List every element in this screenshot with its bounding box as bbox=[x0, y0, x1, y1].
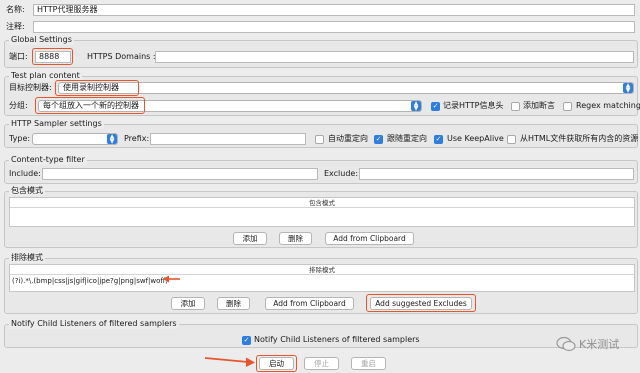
follow-redirect-checkbox[interactable]: ✓ bbox=[374, 135, 383, 144]
restart-button[interactable]: 重启 bbox=[351, 357, 386, 370]
include-add-button[interactable]: 添加 bbox=[233, 232, 267, 245]
include-patterns-table[interactable]: 包含模式 bbox=[9, 197, 635, 227]
stop-button[interactable]: 停止 bbox=[304, 357, 339, 370]
select-arrow-icon: ▲ ▼ bbox=[411, 101, 421, 111]
arrow-left-icon bbox=[163, 275, 180, 283]
exclude-clipboard-button[interactable]: Add from Clipboard bbox=[265, 297, 354, 310]
notify-checkbox-label: Notify Child Listeners of filtered sampl… bbox=[254, 335, 420, 344]
add-assertions-checkbox[interactable] bbox=[511, 102, 520, 111]
port-highlight bbox=[32, 48, 73, 65]
target-controller-highlight bbox=[55, 80, 139, 96]
notify-checkbox[interactable]: ✓ bbox=[242, 336, 251, 345]
content-filter-title: Content-type filter bbox=[9, 155, 87, 165]
regex-matching-label: Regex matching bbox=[576, 101, 640, 110]
follow-redirect-label: 跟随重定向 bbox=[387, 134, 427, 143]
include-input[interactable] bbox=[42, 168, 318, 180]
retrieve-resources-label: 从HTML文件获取所有内含的资源 bbox=[520, 134, 639, 143]
exclude-patterns-title: 排除模式 bbox=[9, 253, 45, 263]
exclude-add-button[interactable]: 添加 bbox=[171, 297, 205, 310]
keepalive-label: Use KeepAlive bbox=[447, 134, 504, 143]
include-clipboard-button[interactable]: Add from Clipboard bbox=[325, 232, 414, 245]
target-controller-select[interactable]: 使用录制控制器 ▲ ▼ bbox=[58, 82, 634, 94]
record-headers-checkbox[interactable]: ✓ bbox=[431, 102, 440, 111]
wechat-icon bbox=[556, 336, 576, 352]
comment-label: 注释: bbox=[6, 22, 25, 31]
keepalive-checkbox[interactable]: ✓ bbox=[434, 135, 443, 144]
regex-matching-checkbox[interactable] bbox=[563, 102, 572, 111]
exclude-label: Exclude: bbox=[324, 169, 359, 178]
include-patterns-column-header: 包含模式 bbox=[10, 198, 634, 208]
select-arrow-icon: ▲ ▼ bbox=[623, 83, 633, 93]
include-patterns-title: 包含模式 bbox=[9, 186, 45, 196]
include-label: Include: bbox=[9, 169, 41, 178]
name-label: 名称: bbox=[6, 5, 25, 14]
retrieve-resources-checkbox[interactable] bbox=[507, 135, 516, 144]
exclude-patterns-column-header: 排除模式 bbox=[10, 265, 634, 275]
type-label: Type: bbox=[9, 134, 31, 143]
watermark-text: K米测试 bbox=[579, 338, 620, 351]
grouping-highlight bbox=[35, 97, 145, 114]
sampler-settings-title: HTTP Sampler settings bbox=[9, 119, 104, 129]
table-row[interactable]: (?i).*\.(bmp|css|js|gif|ico|jpe?g|png|sw… bbox=[10, 275, 634, 287]
name-input[interactable]: HTTP代理服务器 bbox=[33, 4, 635, 16]
https-domains-input[interactable] bbox=[155, 51, 634, 63]
notify-title: Notify Child Listeners of filtered sampl… bbox=[9, 319, 179, 329]
auto-redirect-checkbox[interactable] bbox=[315, 135, 324, 144]
include-delete-button[interactable]: 删除 bbox=[279, 232, 312, 245]
suggested-excludes-highlight bbox=[366, 294, 476, 312]
exclude-input[interactable] bbox=[359, 168, 634, 180]
https-domains-label: HTTPS Domains : bbox=[87, 52, 156, 61]
prefix-input[interactable] bbox=[150, 133, 306, 145]
exclude-delete-button[interactable]: 删除 bbox=[217, 297, 250, 310]
exclude-patterns-table[interactable]: 排除模式 (?i).*\.(bmp|css|js|gif|ico|jpe?g|p… bbox=[9, 264, 635, 292]
comment-input[interactable] bbox=[33, 21, 635, 33]
prefix-label: Prefix: bbox=[124, 134, 150, 143]
target-controller-label: 目标控制器: bbox=[9, 83, 52, 92]
port-label: 端口: bbox=[9, 52, 28, 61]
start-highlight bbox=[256, 355, 297, 372]
auto-redirect-label: 自动重定向 bbox=[328, 134, 368, 143]
add-assertions-label: 添加断言 bbox=[523, 101, 555, 110]
arrow-right-icon bbox=[205, 357, 255, 367]
type-select[interactable]: ▲ ▼ bbox=[32, 133, 118, 145]
grouping-label: 分组: bbox=[9, 101, 28, 110]
record-headers-label: 记录HTTP信息头 bbox=[443, 101, 504, 110]
select-arrow-icon: ▲ ▼ bbox=[107, 134, 117, 144]
global-settings-title: Global Settings bbox=[9, 35, 74, 45]
